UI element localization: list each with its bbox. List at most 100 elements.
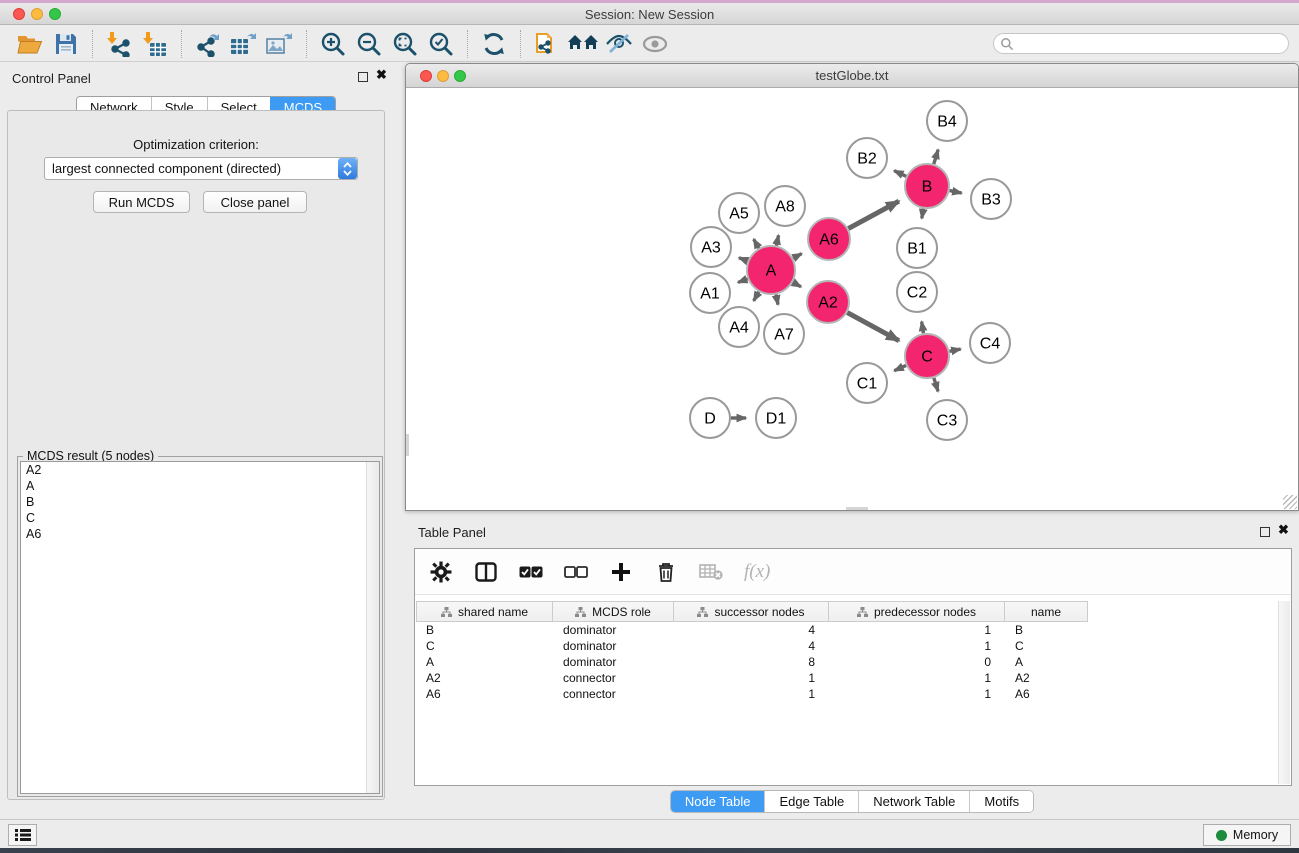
graph-node-A7[interactable]: A7: [764, 314, 804, 354]
graph-node-B1[interactable]: B1: [897, 228, 937, 268]
column-header-predecessor-nodes[interactable]: predecessor nodes: [829, 601, 1005, 622]
refresh-view-icon[interactable]: [476, 29, 512, 59]
close-table-panel-icon[interactable]: ✖: [1278, 522, 1289, 538]
close-panel-button[interactable]: Close panel: [203, 191, 307, 213]
export-image-icon[interactable]: [262, 29, 298, 59]
create-column-icon[interactable]: [609, 560, 633, 584]
mcds-result-item[interactable]: A: [21, 478, 379, 494]
graph-node-B3[interactable]: B3: [971, 179, 1011, 219]
graph-edge-A6-B[interactable]: [848, 201, 899, 228]
table-row[interactable]: Adominator80A: [416, 654, 1277, 670]
mcds-result-item[interactable]: A6: [21, 526, 379, 542]
attribute-settings-icon[interactable]: [429, 560, 453, 584]
graph-edge-A-A2[interactable]: [793, 282, 801, 287]
graph-node-C4[interactable]: C4: [970, 323, 1010, 363]
graph-edge-A-A1[interactable]: [738, 279, 748, 283]
import-table-icon[interactable]: [137, 29, 173, 59]
graph-node-C1[interactable]: C1: [847, 363, 887, 403]
column-header-shared-name[interactable]: shared name: [416, 601, 553, 622]
graph-node-B4[interactable]: B4: [927, 101, 967, 141]
mcds-result-item[interactable]: A2: [21, 462, 379, 478]
graph-edge-A-A3[interactable]: [739, 258, 748, 261]
show-all-icon[interactable]: [637, 29, 673, 59]
table-tab-network-table[interactable]: Network Table: [858, 791, 969, 812]
mcds-tab-content: Optimization criterion: largest connecte…: [7, 110, 385, 800]
graph-edge-A2-C[interactable]: [847, 313, 899, 341]
deselect-all-rows-icon[interactable]: [564, 560, 588, 584]
graph-node-C3[interactable]: C3: [927, 400, 967, 440]
open-file-icon[interactable]: [12, 29, 48, 59]
graph-edge-C-C1[interactable]: [894, 365, 906, 370]
save-session-icon[interactable]: [48, 29, 84, 59]
zoom-in-icon[interactable]: [315, 29, 351, 59]
zoom-fit-icon[interactable]: [387, 29, 423, 59]
graph-node-A1[interactable]: A1: [690, 273, 730, 313]
zoom-selected-icon[interactable]: [423, 29, 459, 59]
zoom-out-icon[interactable]: [351, 29, 387, 59]
table-tab-node-table[interactable]: Node Table: [671, 791, 765, 812]
splitter-handle-bottom[interactable]: [846, 507, 868, 510]
mcds-result-item[interactable]: B: [21, 494, 379, 510]
function-builder-icon[interactable]: f(x): [744, 561, 770, 583]
delete-table-icon[interactable]: [699, 560, 723, 584]
graph-edge-C-C2[interactable]: [922, 322, 924, 334]
network-canvas[interactable]: B4 B2 B B3 A8A5 A6 B1 A3 A C2 A1 A2 A4A7 C4 C C1 C3 D D1: [406, 89, 1298, 510]
export-network-icon[interactable]: [190, 29, 226, 59]
table-scrollbar[interactable]: [1278, 601, 1290, 784]
search-input[interactable]: [1014, 36, 1288, 52]
graph-edge-B-B4[interactable]: [934, 150, 938, 164]
graph-edge-C-C3[interactable]: [934, 378, 938, 391]
column-visibility-icon[interactable]: [474, 560, 498, 584]
graph-node-C[interactable]: C: [905, 334, 949, 378]
table-tab-edge-table[interactable]: Edge Table: [764, 791, 858, 812]
graph-edge-C-C4[interactable]: [950, 349, 961, 351]
graph-edge-A-A8[interactable]: [776, 235, 778, 245]
float-table-panel-icon[interactable]: [1260, 527, 1270, 537]
graph-node-D[interactable]: D: [690, 398, 730, 438]
graph-node-D1[interactable]: D1: [756, 398, 796, 438]
table-row[interactable]: Bdominator41B: [416, 622, 1277, 638]
float-panel-icon[interactable]: [358, 72, 368, 82]
first-neighbors-icon[interactable]: [565, 29, 601, 59]
graph-node-A6[interactable]: A6: [808, 218, 850, 260]
graph-node-A3[interactable]: A3: [691, 227, 731, 267]
column-header-name[interactable]: name: [1005, 601, 1088, 622]
close-panel-icon[interactable]: ✖: [376, 67, 387, 83]
graph-edge-A-A7[interactable]: [776, 294, 778, 304]
window-resize-grip[interactable]: [1283, 495, 1297, 509]
criterion-dropdown[interactable]: largest connected component (directed): [44, 157, 358, 180]
task-history-button[interactable]: [8, 824, 37, 846]
export-table-icon[interactable]: [226, 29, 262, 59]
table-row[interactable]: Cdominator41C: [416, 638, 1277, 654]
table-tab-motifs[interactable]: Motifs: [969, 791, 1033, 812]
memory-button[interactable]: Memory: [1203, 824, 1291, 846]
graph-node-A4[interactable]: A4: [719, 307, 759, 347]
graph-edge-A-A4[interactable]: [754, 292, 759, 301]
graph-node-A2[interactable]: A2: [807, 281, 849, 323]
table-row[interactable]: A2connector11A2: [416, 670, 1277, 686]
graph-edge-A-A6[interactable]: [793, 254, 802, 259]
graph-node-A8[interactable]: A8: [765, 186, 805, 226]
graph-edge-B-B2[interactable]: [894, 171, 906, 177]
result-list-scrollbar[interactable]: [366, 462, 379, 793]
mcds-result-list: A2ABCA6: [20, 461, 380, 794]
mcds-result-item[interactable]: C: [21, 510, 379, 526]
graph-node-C2[interactable]: C2: [897, 272, 937, 312]
graph-node-A[interactable]: A: [747, 246, 795, 294]
new-session-from-selection-icon[interactable]: [529, 29, 565, 59]
column-header-MCDS-role[interactable]: MCDS role: [553, 601, 674, 622]
select-all-rows-icon[interactable]: [519, 560, 543, 584]
graph-node-B2[interactable]: B2: [847, 138, 887, 178]
run-mcds-button[interactable]: Run MCDS: [93, 191, 190, 213]
graph-node-B[interactable]: B: [905, 164, 949, 208]
graph-node-A5[interactable]: A5: [719, 193, 759, 233]
graph-edge-A-A5[interactable]: [754, 239, 759, 248]
table-row[interactable]: A6connector11A6: [416, 686, 1277, 702]
splitter-handle-left[interactable]: [406, 434, 409, 456]
hide-selected-icon[interactable]: [601, 29, 637, 59]
column-header-successor-nodes[interactable]: successor nodes: [674, 601, 829, 622]
graph-edge-B-B1[interactable]: [922, 209, 924, 219]
import-network-icon[interactable]: [101, 29, 137, 59]
delete-columns-icon[interactable]: [654, 560, 678, 584]
graph-edge-B-B3[interactable]: [950, 191, 962, 193]
